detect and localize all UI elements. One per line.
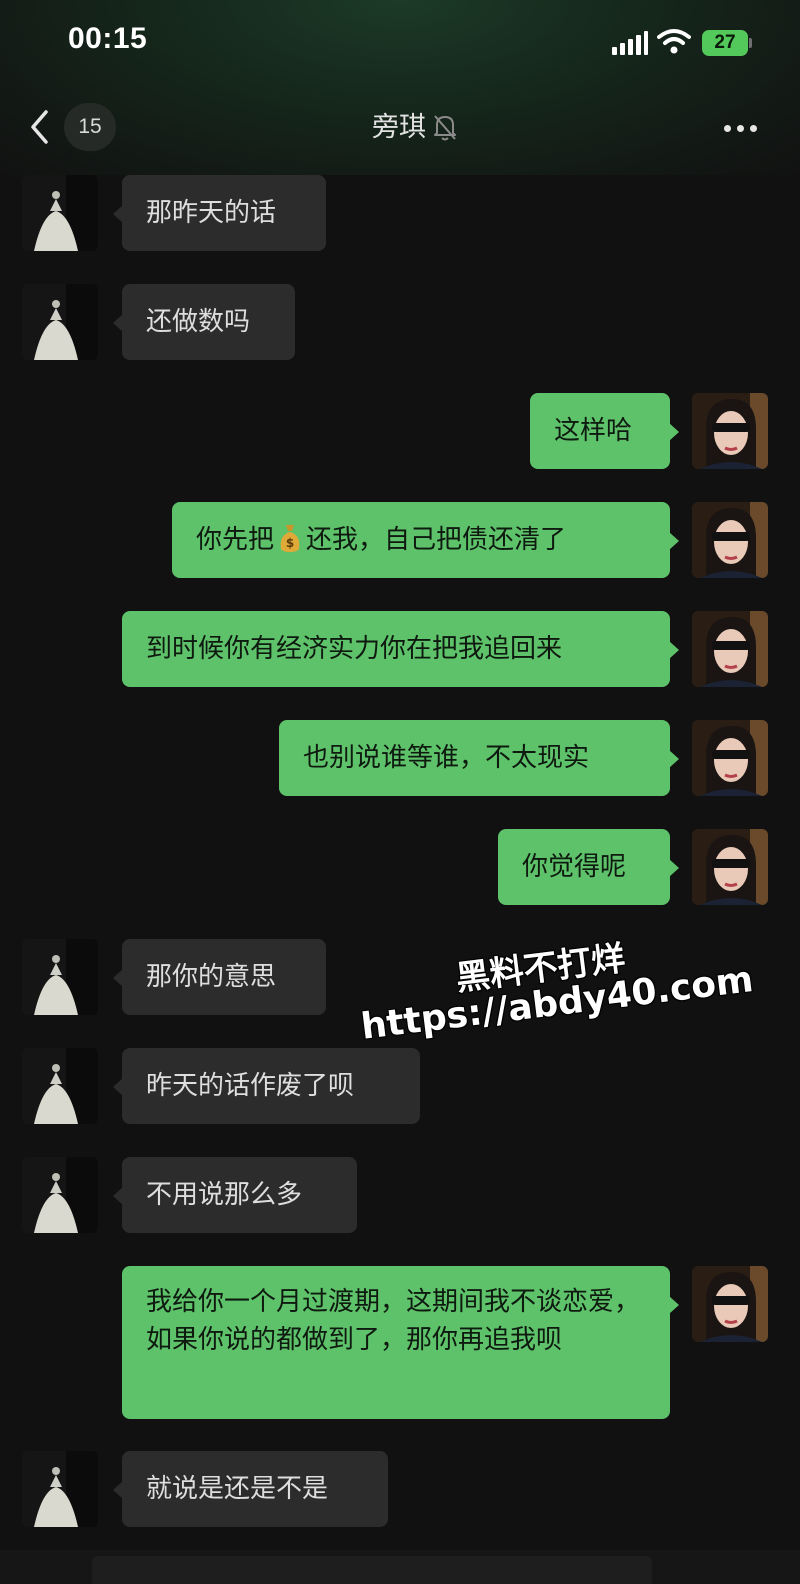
mute-bell-icon: [434, 115, 456, 141]
message-text: 我给你一个月过渡期，这期间我不谈恋爱，如果你说的都做到了，那你再追我呗: [146, 1287, 641, 1355]
my-avatar[interactable]: [692, 611, 768, 687]
chat-header: 15 旁琪: [0, 95, 800, 160]
svg-text:$: $: [286, 536, 294, 550]
battery-level: 27: [714, 32, 736, 53]
message-text: 到时候你有经济实力你在把我追回来: [146, 634, 563, 664]
contact-avatar[interactable]: [22, 1451, 98, 1527]
incoming-message-bubble[interactable]: 就说是还是不是: [113, 1451, 388, 1527]
more-options-button[interactable]: [718, 111, 762, 143]
outgoing-message-bubble[interactable]: 你觉得呢: [498, 829, 679, 905]
message-text: 那你的意思: [146, 962, 277, 992]
outgoing-message-bubble[interactable]: 到时候你有经济实力你在把我追回来: [122, 611, 679, 687]
outgoing-message-bubble[interactable]: 我给你一个月过渡期，这期间我不谈恋爱，如果你说的都做到了，那你再追我呗: [122, 1266, 679, 1419]
my-avatar[interactable]: [692, 1266, 768, 1342]
my-avatar[interactable]: [692, 829, 768, 905]
message-text: 就说是还是不是: [146, 1474, 329, 1504]
money-bag-icon: $: [280, 525, 300, 552]
message-text: 昨天的话作废了呗: [146, 1071, 355, 1101]
my-avatar[interactable]: [692, 502, 768, 578]
back-button[interactable]: 15: [24, 103, 124, 151]
contact-avatar[interactable]: [22, 1157, 98, 1233]
message-text: 你觉得呢: [522, 852, 627, 882]
incoming-message-bubble[interactable]: 那你的意思: [113, 939, 326, 1015]
message-text: 还做数吗: [146, 307, 251, 337]
incoming-message-bubble[interactable]: 那昨天的话: [113, 175, 326, 251]
watermark-title: 黑料不打烊: [453, 938, 628, 999]
cellular-signal-icon: [612, 31, 648, 55]
incoming-message-bubble[interactable]: 还做数吗: [113, 284, 295, 360]
input-bar: [0, 1550, 800, 1584]
status-bar: 00:15 27: [0, 0, 800, 90]
contact-avatar[interactable]: [22, 939, 98, 1015]
outgoing-message-bubble[interactable]: 这样哈: [530, 393, 679, 469]
my-avatar[interactable]: [692, 393, 768, 469]
incoming-message-bubble[interactable]: 不用说那么多: [113, 1157, 357, 1233]
contact-avatar[interactable]: [22, 1048, 98, 1124]
contact-avatar[interactable]: [22, 284, 98, 360]
incoming-message-bubble[interactable]: 昨天的话作废了呗: [113, 1048, 420, 1124]
watermark-url: https://abdy40.com: [358, 959, 756, 1048]
battery-indicator: 27: [702, 30, 748, 56]
message-text: 也别说谁等谁，不太现实: [303, 743, 590, 773]
message-text: 不用说那么多: [146, 1180, 303, 1210]
unread-count-badge: 15: [64, 103, 116, 151]
battery-tip: [749, 38, 752, 48]
contact-avatar[interactable]: [22, 175, 98, 251]
chevron-left-icon: [31, 110, 48, 144]
message-text: 那昨天的话: [146, 198, 277, 228]
wifi-icon: [657, 27, 691, 55]
outgoing-message-bubble[interactable]: 你先把 $ 还我，自己把债还清了: [172, 502, 679, 578]
message-text: 这样哈: [554, 416, 633, 446]
contact-name: 旁琪: [372, 111, 426, 143]
my-avatar[interactable]: [692, 720, 768, 796]
message-text-end: 还我，自己把债还清了: [306, 525, 567, 555]
status-time: 00:15: [68, 22, 148, 55]
outgoing-message-bubble[interactable]: 也别说谁等谁，不太现实: [279, 720, 679, 796]
message-text-start: 你先把: [196, 525, 275, 555]
message-input[interactable]: [92, 1556, 652, 1584]
